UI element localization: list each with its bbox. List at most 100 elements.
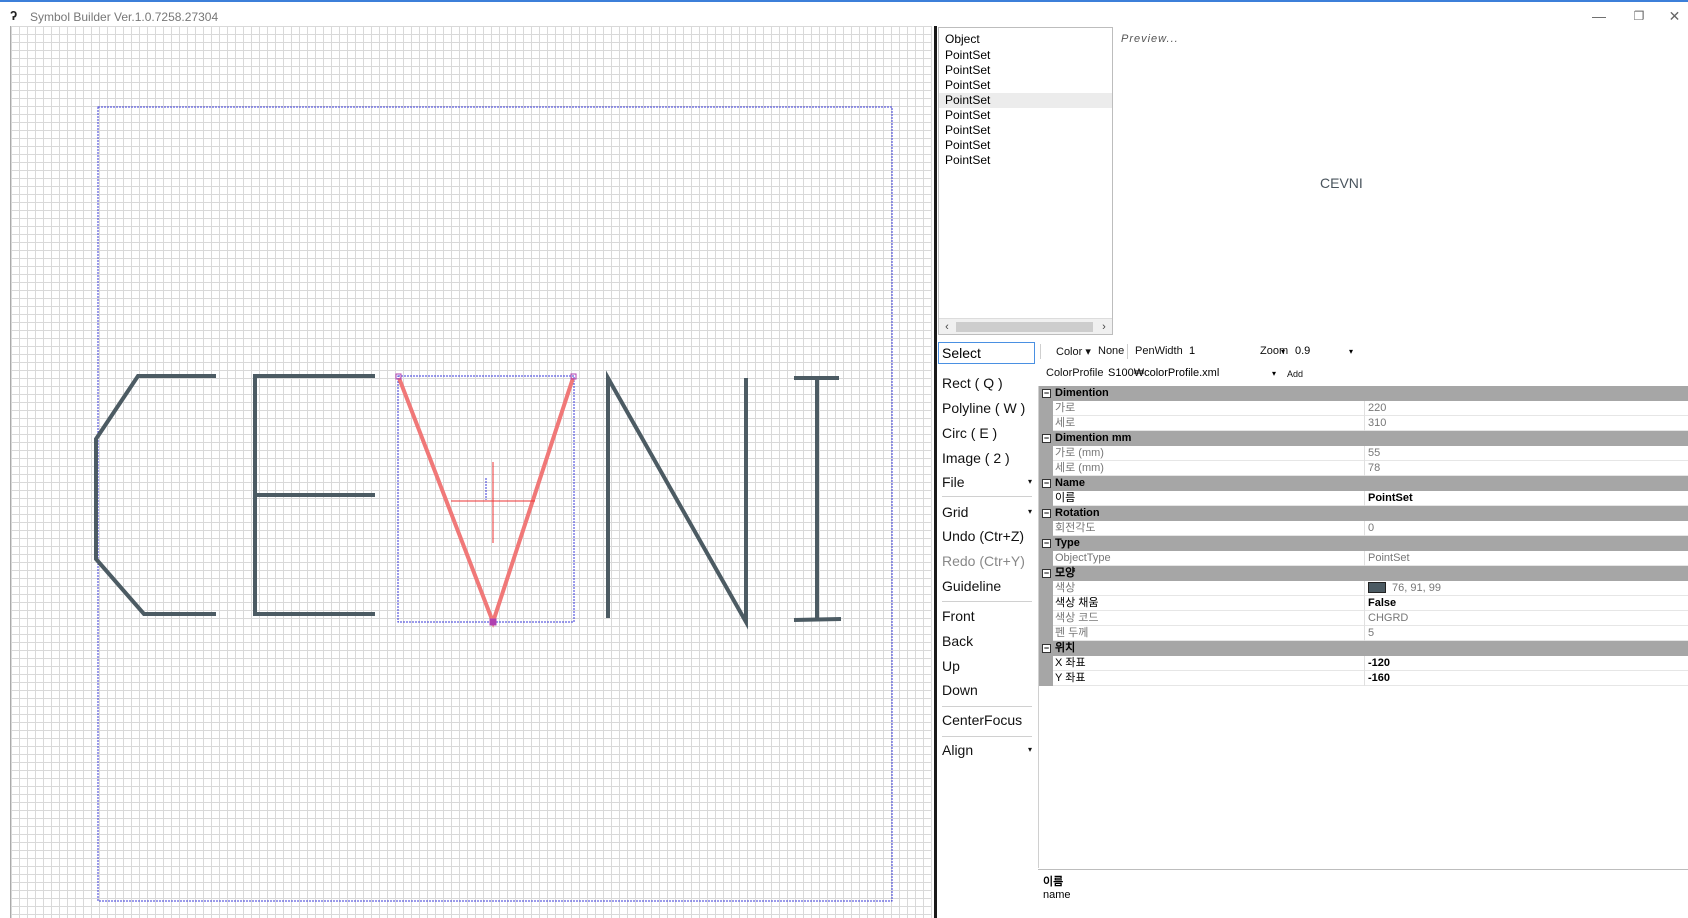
minimize-button[interactable]: — <box>1581 5 1617 27</box>
property-row[interactable]: ObjectType PointSet <box>1039 551 1688 566</box>
property-value[interactable]: 55 <box>1368 446 1380 461</box>
color-dropdown[interactable]: Color ▾ <box>1056 345 1091 358</box>
property-value[interactable]: 78 <box>1368 461 1380 476</box>
zoom-select[interactable]: 0.9 ▾ <box>1293 343 1357 360</box>
redo-button[interactable]: Redo (Ctr+Y) <box>942 551 1042 571</box>
property-row[interactable]: 회전각도 0 <box>1039 521 1688 536</box>
align-menu-button[interactable]: Align ▾ <box>942 740 1034 760</box>
property-row[interactable]: 펜 두께 5 <box>1039 626 1688 641</box>
property-row[interactable]: 이름 PointSet <box>1039 491 1688 506</box>
property-row[interactable]: 가로 220 <box>1039 401 1688 416</box>
letter-i-bottom[interactable] <box>793 617 842 622</box>
property-value[interactable]: -160 <box>1368 671 1390 686</box>
property-category[interactable]: − Name <box>1039 476 1688 491</box>
collapse-icon[interactable]: − <box>1042 389 1051 398</box>
property-category[interactable]: − Dimention mm <box>1039 431 1688 446</box>
property-row[interactable]: Y 좌표 -160 <box>1039 671 1688 686</box>
image-tool-button[interactable]: Image ( 2 ) <box>942 448 1042 468</box>
property-value[interactable]: -120 <box>1368 656 1390 671</box>
property-gutter <box>1039 581 1053 596</box>
property-value[interactable]: False <box>1368 596 1396 611</box>
undo-button[interactable]: Undo (Ctr+Z) <box>942 526 1042 546</box>
object-list-item[interactable]: PointSet <box>939 153 1112 168</box>
toolbar-separator <box>1040 344 1041 359</box>
property-category[interactable]: − Rotation <box>1039 506 1688 521</box>
property-row[interactable]: X 좌표 -120 <box>1039 656 1688 671</box>
app-icon: ʔ <box>10 8 18 23</box>
colorprofile-label: ColorProfile <box>1046 367 1104 379</box>
property-category[interactable]: − Type <box>1039 536 1688 551</box>
property-row[interactable]: 가로 (mm) 55 <box>1039 446 1688 461</box>
property-row[interactable]: 색상 코드 CHGRD <box>1039 611 1688 626</box>
object-list-item[interactable]: PointSet <box>939 78 1112 93</box>
collapse-icon[interactable]: − <box>1042 479 1051 488</box>
toolbar-separator <box>1127 344 1128 359</box>
property-row[interactable]: 색상 채움 False <box>1039 596 1688 611</box>
preview-symbol: CEVNI <box>1320 175 1363 191</box>
property-category-label: Name <box>1055 477 1085 489</box>
grid-menu-button[interactable]: Grid ▾ <box>942 502 1034 522</box>
centerfocus-button[interactable]: CenterFocus <box>942 710 1042 730</box>
scroll-right-icon[interactable]: › <box>1096 319 1112 335</box>
property-value[interactable]: 220 <box>1368 401 1386 416</box>
property-row[interactable]: 색상 76, 91, 99 <box>1039 581 1688 596</box>
property-gutter <box>1039 446 1053 461</box>
object-list-item[interactable]: PointSet <box>939 138 1112 153</box>
panel-divider[interactable] <box>934 26 937 918</box>
penwidth-value: 1 <box>1189 345 1196 357</box>
property-value[interactable]: CHGRD <box>1368 611 1408 626</box>
object-list-item[interactable]: PointSet <box>939 48 1112 63</box>
polyline-tool-button[interactable]: Polyline ( W ) <box>942 398 1042 418</box>
property-category-label: Dimention mm <box>1055 432 1132 444</box>
circ-tool-button[interactable]: Circ ( E ) <box>942 423 1042 443</box>
chevron-down-icon: ▾ <box>1027 745 1032 754</box>
object-list-item[interactable]: PointSet <box>939 63 1112 78</box>
scroll-left-icon[interactable]: ‹ <box>939 319 955 335</box>
object-list-scrollbar[interactable]: ‹ › <box>939 318 1112 334</box>
property-gutter <box>1039 656 1053 671</box>
colorprofile-select[interactable]: S100₩colorProfile.xml ▾ <box>1106 365 1280 382</box>
object-list-item[interactable]: PointSet <box>939 123 1112 138</box>
property-description: 이름 name <box>1038 869 1688 918</box>
rect-tool-button[interactable]: Rect ( Q ) <box>942 373 1042 393</box>
property-value[interactable]: 5 <box>1368 626 1374 641</box>
handle-bottom[interactable] <box>489 618 497 626</box>
zoom-label: Zoom <box>1260 345 1289 357</box>
down-button[interactable]: Down <box>942 680 1042 700</box>
align-menu-label: Align <box>942 742 974 758</box>
select-tool-button[interactable]: Select <box>938 342 1035 364</box>
guideline-button[interactable]: Guideline <box>942 576 1042 596</box>
property-value[interactable]: 76, 91, 99 <box>1368 581 1441 596</box>
property-value[interactable]: 0 <box>1368 521 1374 536</box>
letter-c-pointset[interactable] <box>94 374 216 616</box>
letter-n-pointset[interactable] <box>606 370 748 630</box>
property-row[interactable]: 세로 310 <box>1039 416 1688 431</box>
object-list[interactable]: Object PointSet PointSet PointSet PointSet P… <box>938 27 1113 335</box>
property-category[interactable]: − 위치 <box>1039 641 1688 656</box>
collapse-icon[interactable]: − <box>1042 539 1051 548</box>
file-menu-button[interactable]: File ▾ <box>942 472 1034 492</box>
collapse-icon[interactable]: − <box>1042 644 1051 653</box>
restore-button[interactable]: ❐ <box>1621 5 1657 27</box>
object-list-item[interactable]: PointSet <box>939 93 1112 108</box>
property-category[interactable]: − Dimention <box>1039 386 1688 401</box>
collapse-icon[interactable]: − <box>1042 569 1051 578</box>
scroll-thumb[interactable] <box>956 322 1093 332</box>
back-button[interactable]: Back <box>942 631 1042 651</box>
property-value[interactable]: PointSet <box>1368 491 1413 506</box>
property-grid[interactable]: − Dimention 가로 220 세로 310− Dimention mm 가로 (mm)… <box>1038 386 1688 868</box>
object-list-item[interactable]: PointSet <box>939 108 1112 123</box>
up-button[interactable]: Up <box>942 656 1042 676</box>
drawing-canvas[interactable] <box>10 26 932 918</box>
collapse-icon[interactable]: − <box>1042 434 1051 443</box>
front-button[interactable]: Front <box>942 606 1042 626</box>
property-row[interactable]: 세로 (mm) 78 <box>1039 461 1688 476</box>
property-category[interactable]: − 모양 <box>1039 566 1688 581</box>
add-colorprofile-button[interactable]: Add <box>1287 369 1303 379</box>
properties-toolbar: Color ▾ None PenWidth 1 ▾ <box>1040 341 1688 363</box>
property-value[interactable]: PointSet <box>1368 551 1410 566</box>
close-button[interactable]: ✕ <box>1661 5 1688 27</box>
property-value[interactable]: 310 <box>1368 416 1386 431</box>
collapse-icon[interactable]: − <box>1042 509 1051 518</box>
property-name: 색상 채움 <box>1055 596 1365 611</box>
